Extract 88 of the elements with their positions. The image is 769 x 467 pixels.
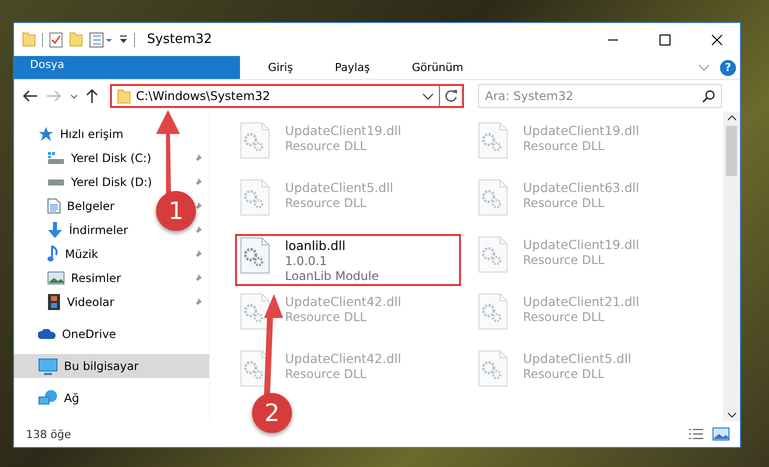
sidebar-item[interactable]: Hızlı erişim [14,122,128,146]
file-tab[interactable]: Dosya [14,56,240,79]
picture-icon [47,271,65,285]
file-description: Resource DLL [285,367,368,381]
chevron-down-icon [726,412,736,418]
back-arrow-icon [22,89,38,103]
file-description: Resource DLL [523,310,606,324]
file-description: LoanLib Module [285,269,379,283]
file-description: Resource DLL [523,139,606,153]
file-name: loanlib.dll [285,238,346,253]
file-gear-icon [240,293,270,330]
music-note-icon [47,245,59,263]
file-description: Resource DLL [523,367,606,381]
chevron-down-icon [70,94,78,98]
forward-arrow-icon [46,89,62,103]
search-icon [702,90,715,102]
sidebar-item[interactable]: Müzik [14,242,102,266]
drive-icon [47,178,65,186]
cloud-icon [38,329,56,339]
file-gear-icon [478,179,508,216]
list-icon [688,428,704,440]
sidebar-item[interactable]: Resimler [14,266,125,290]
file-gear-icon [478,236,508,273]
file-gear-icon [478,122,508,159]
scrollbar[interactable] [723,112,740,421]
file-name: UpdateClient19.dll [285,123,402,138]
file-name: UpdateClient42.dll [285,294,402,309]
item-count: 138 öğe [26,428,72,440]
picture-icon [712,427,730,441]
drive-icon [47,151,65,165]
checklist-icon[interactable] [49,32,63,48]
sidebar-item[interactable]: OneDrive [14,322,120,346]
sidebar-item[interactable]: İndirmeler [14,218,132,242]
file-name: UpdateClient21.dll [523,294,640,309]
address-bar[interactable]: C:\Windows\System32 [110,84,464,108]
folder-icon [117,88,131,104]
sidebar-item[interactable]: Yerel Disk (D:) [14,170,156,194]
file-name: UpdateClient42.dll [285,351,402,366]
ribbon-tab[interactable]: Giriş [254,56,307,79]
file-item[interactable]: loanlib.dll 1.0.0.1 LoanLib Module [235,234,461,286]
file-gear-icon [478,350,508,387]
ribbon-tab[interactable]: Görünüm [398,56,478,79]
chevron-icon[interactable] [698,64,710,71]
file-description: Resource DLL [523,253,606,267]
properties-icon[interactable] [89,32,113,48]
maximize-icon [659,34,671,46]
chevron-up-icon [726,115,736,121]
film-icon [47,293,61,311]
file-description: Resource DLL [285,196,368,210]
chevron-down-icon[interactable] [422,92,434,100]
sidebar-item[interactable]: Ağ [14,386,84,410]
star-icon [38,126,54,142]
sidebar-item[interactable]: Bu bilgisayar [14,354,209,378]
file-name: UpdateClient19.dll [523,123,640,138]
close-icon [711,34,723,46]
down-arrow-icon [47,221,63,239]
network-icon [38,389,58,407]
refresh-icon [444,89,458,103]
sidebar-item[interactable]: Videolar [14,290,118,314]
file-description: Resource DLL [285,139,368,153]
file-gear-icon [478,293,508,330]
sidebar-item[interactable]: Yerel Disk (C:) [14,146,156,170]
file-version: 1.0.0.1 [285,254,328,268]
folder-icon[interactable] [69,32,83,47]
sidebar-item[interactable]: Belgeler [14,194,119,218]
recent-locations-button[interactable] [68,92,80,100]
scroll-thumb[interactable] [726,126,737,176]
file-name: UpdateClient5.dll [285,180,394,195]
folder-icon[interactable] [22,32,36,47]
help-button[interactable]: ? [720,60,736,76]
address-path: C:\Windows\System32 [136,89,272,103]
monitor-icon [38,358,58,374]
file-name: UpdateClient19.dll [523,237,640,252]
up-arrow-icon [86,88,98,104]
up-button[interactable] [84,86,100,106]
file-name: UpdateClient63.dll [523,180,640,195]
file-description: Resource DLL [285,310,368,324]
search-field[interactable]: Ara: System32 [478,84,722,108]
file-gear-icon [240,122,270,159]
window-title: System32 [147,32,214,47]
document-icon [47,198,61,214]
ribbon-tab[interactable]: Paylaş [320,56,384,79]
file-gear-icon [240,179,270,216]
file-name: UpdateClient5.dll [523,351,632,366]
dropdown-icon[interactable] [119,35,128,44]
minimize-icon [607,38,619,40]
file-description: Resource DLL [523,196,606,210]
file-gear-icon [240,237,270,274]
